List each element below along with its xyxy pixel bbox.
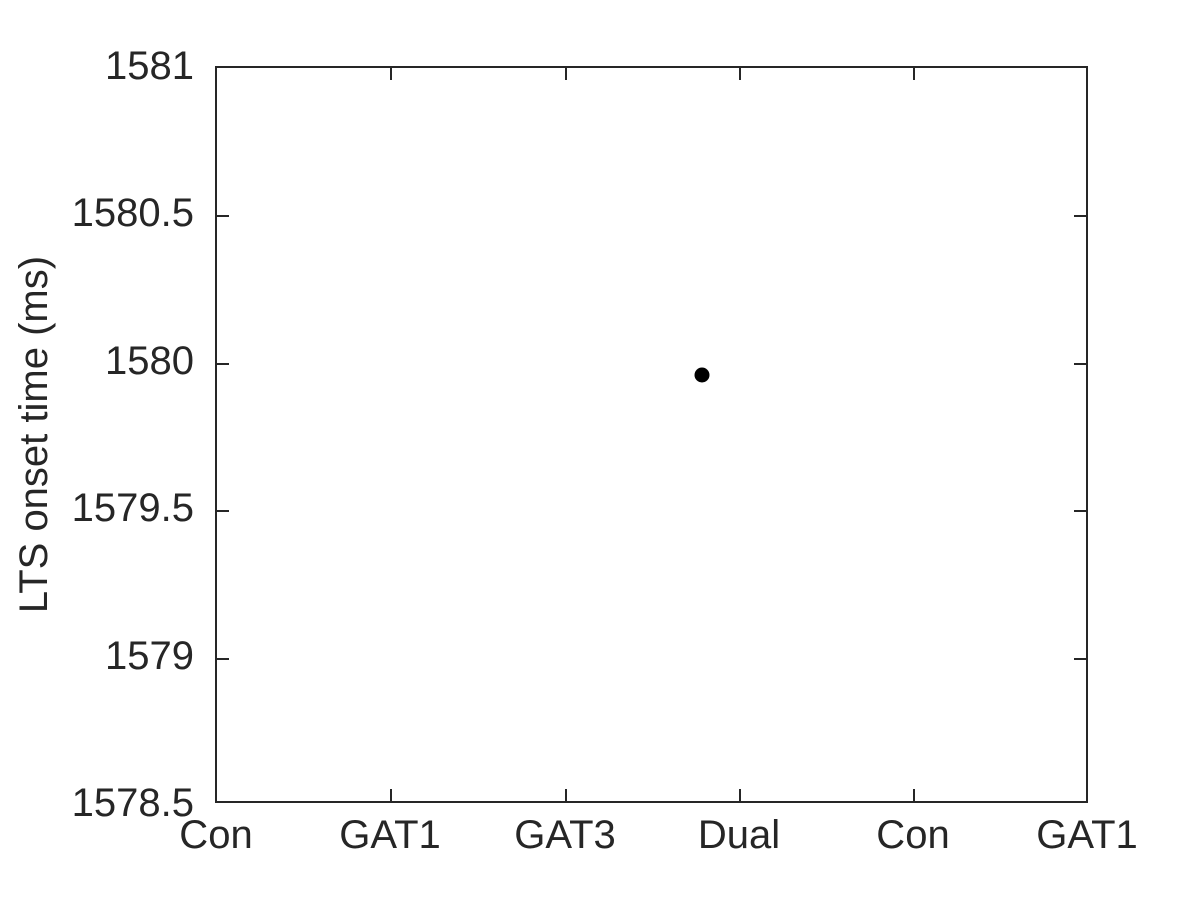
y-tick-mark-right: [1074, 215, 1086, 217]
x-tick-label-dual: Dual: [697, 813, 781, 857]
x-tick-mark: [565, 789, 567, 801]
x-tick-mark-top: [739, 68, 741, 80]
x-tick-mark-top: [913, 68, 915, 80]
y-tick-mark: [217, 658, 229, 660]
x-tick-label-gat3: GAT3: [514, 813, 616, 857]
x-tick-mark-top: [565, 68, 567, 80]
data-point: [694, 367, 709, 383]
x-tick-mark: [913, 789, 915, 801]
x-tick-label-con-1: Con: [179, 813, 253, 857]
y-tick-mark-right: [1074, 510, 1086, 512]
x-tick-mark: [390, 789, 392, 801]
y-tick-label: 1580.5: [71, 191, 194, 235]
x-tick-label-con-2: Con: [876, 813, 950, 857]
y-tick-label: 1579: [105, 634, 194, 678]
y-tick-mark: [217, 510, 229, 512]
y-tick-label: 1581: [105, 44, 194, 88]
y-axis-title: LTS onset time (ms): [11, 255, 56, 614]
y-tick-mark: [217, 215, 229, 217]
y-tick-mark-right: [1074, 658, 1086, 660]
x-tick-label-gat1-1: GAT1: [339, 813, 441, 857]
y-tick-label: 1580: [105, 339, 194, 383]
plot-area: [215, 66, 1088, 803]
x-tick-label-gat1-2: GAT1: [1036, 813, 1138, 857]
chart-figure: LTS onset time (ms) 1581 1580.5 1580 157…: [0, 0, 1200, 900]
x-tick-mark: [739, 789, 741, 801]
y-tick-label: 1578.5: [71, 781, 194, 825]
x-tick-mark-top: [390, 68, 392, 80]
y-tick-mark: [217, 363, 229, 365]
y-tick-label: 1579.5: [71, 486, 194, 530]
y-tick-mark-right: [1074, 363, 1086, 365]
